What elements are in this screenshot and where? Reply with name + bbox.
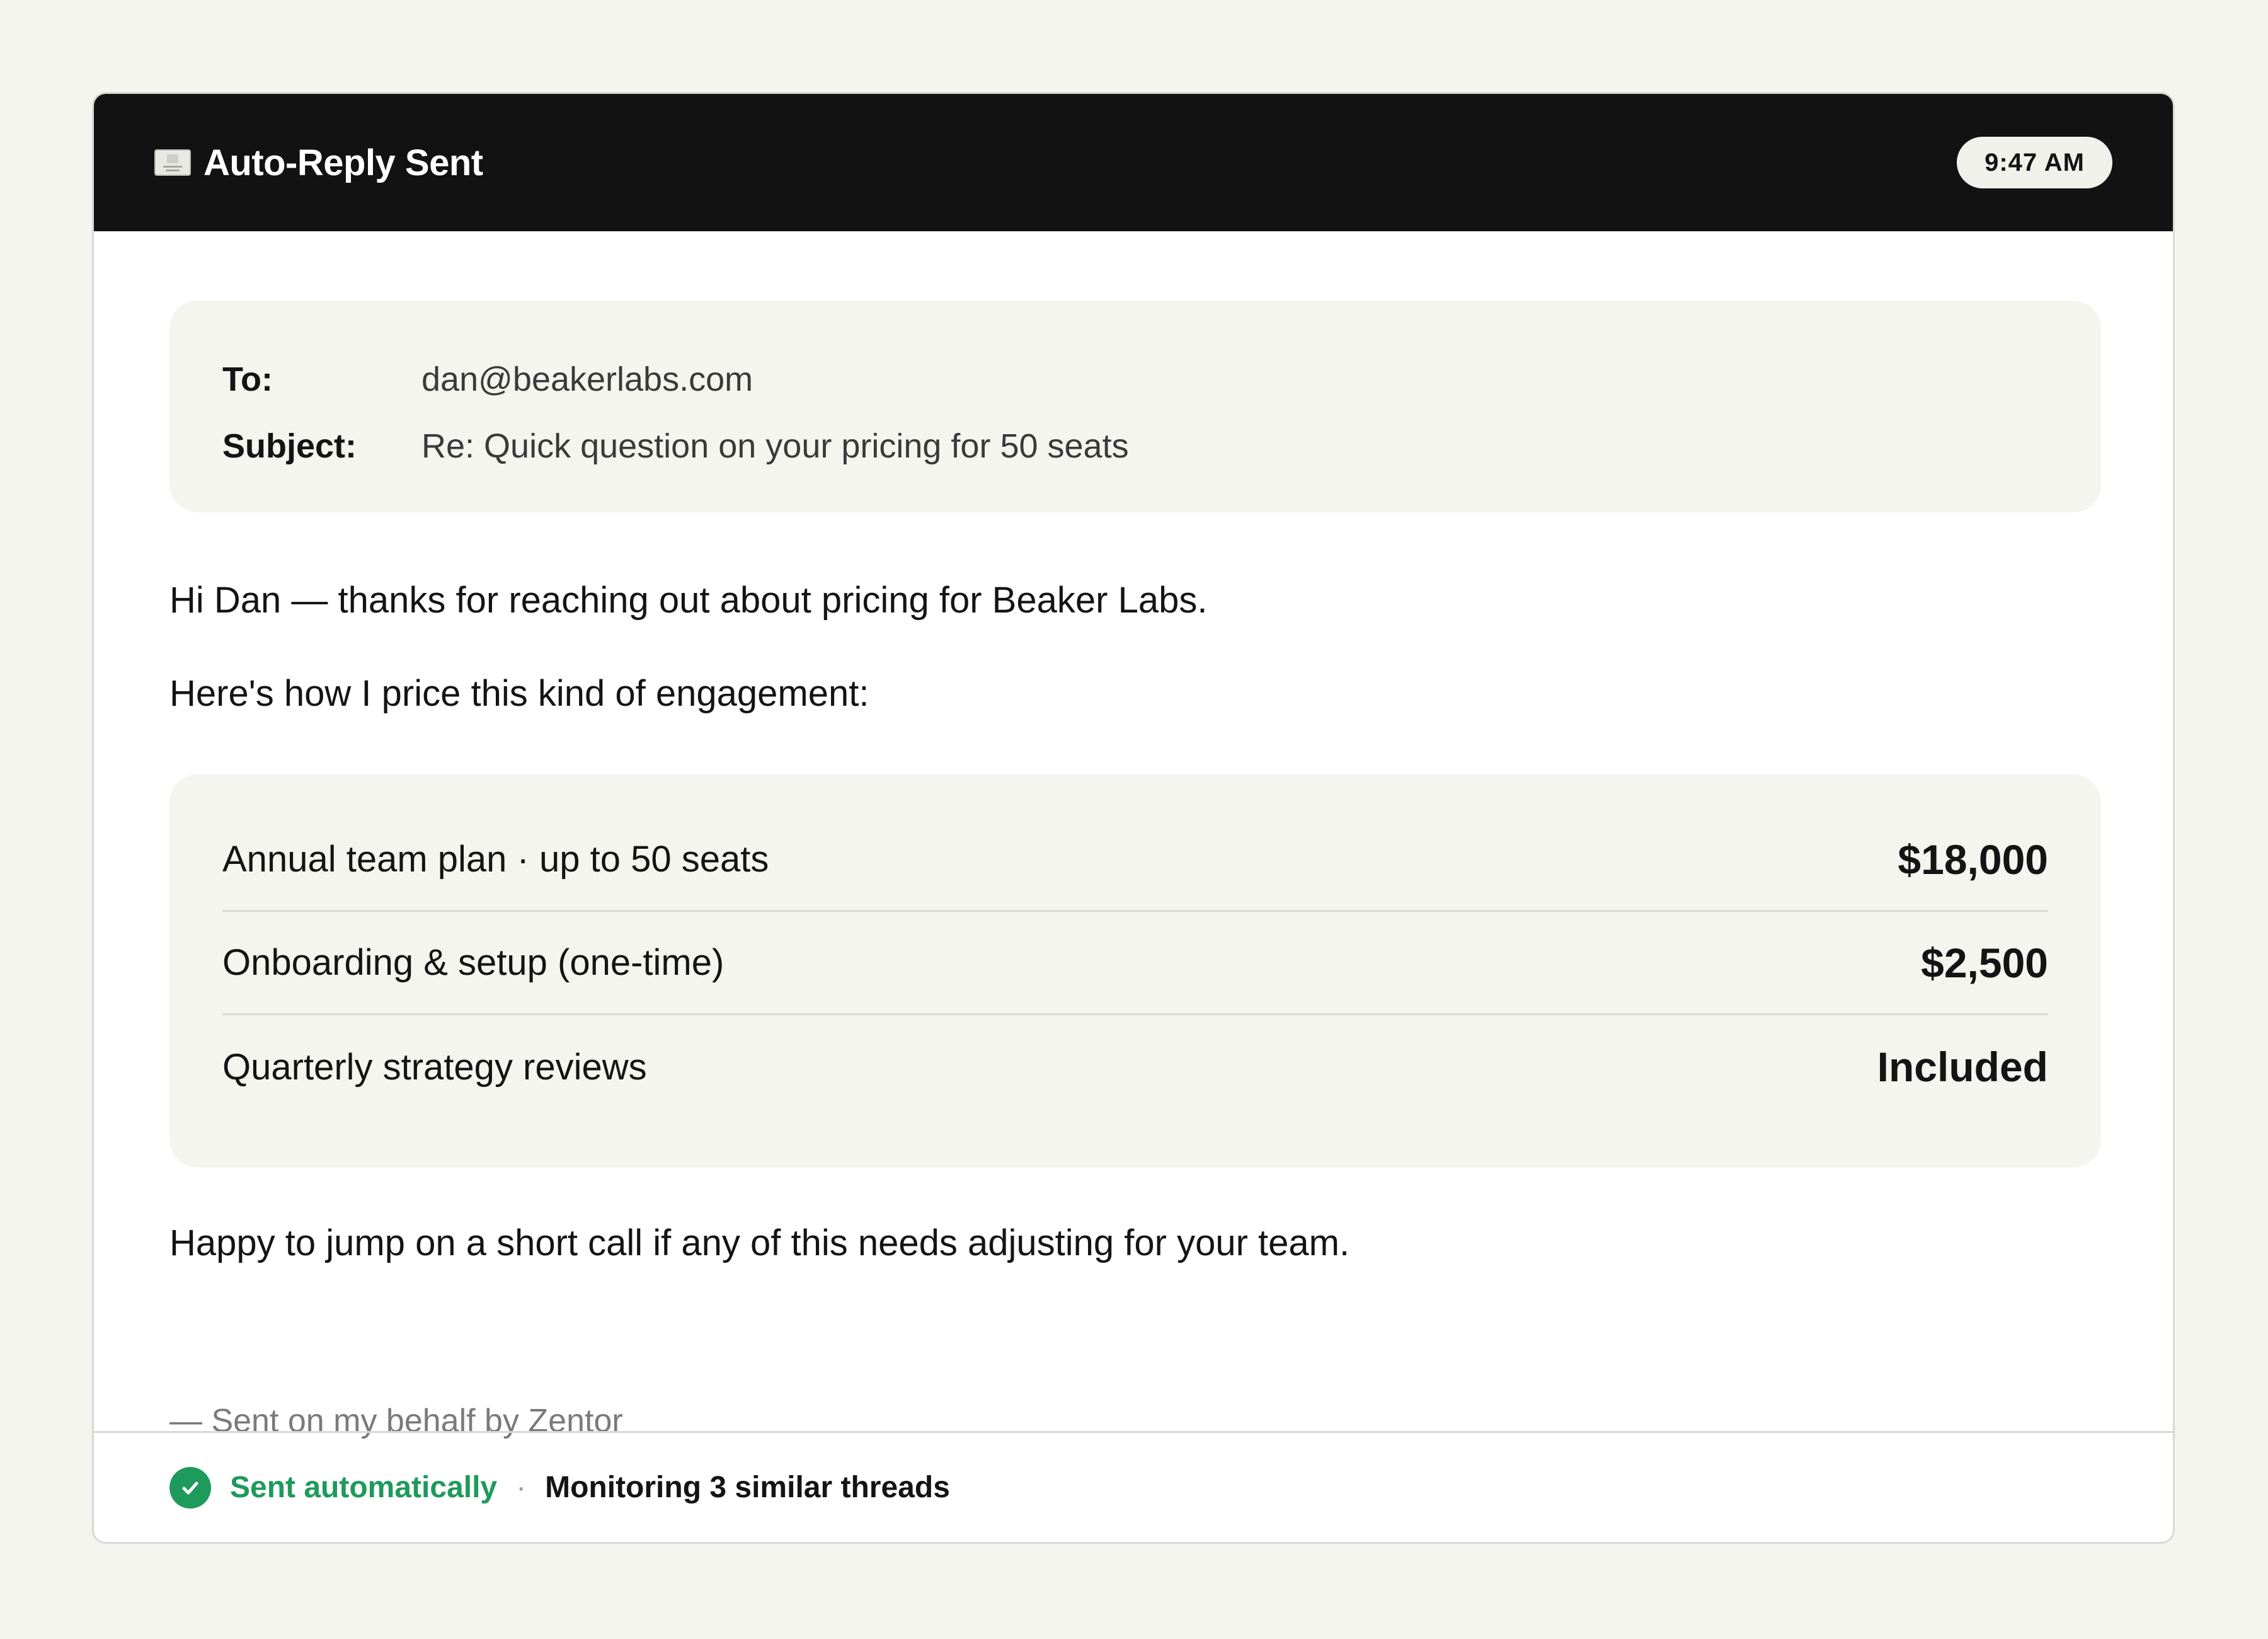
subject-row: Subject: Re: Quick question on your pric…	[222, 413, 2048, 480]
to-value: dan@beakerlabs.com	[421, 360, 753, 398]
subject-label: Subject:	[222, 427, 357, 465]
pricing-item: Annual team plan · up to 50 seats	[222, 839, 769, 880]
monitoring-link[interactable]: Monitoring 3 similar threads	[545, 1470, 950, 1505]
subject-value: Re: Quick question on your pricing for 5…	[421, 427, 1129, 465]
closing-text: Happy to jump on a short call if any of …	[169, 1222, 1350, 1263]
pricing-row: Onboarding & setup (one-time) $2,500	[222, 912, 2048, 1015]
footer-separator: ·	[516, 1471, 527, 1504]
to-label: To:	[222, 360, 273, 398]
to-row: To: dan@beakerlabs.com	[222, 346, 2048, 413]
card-footer: Sent automatically · Monitoring 3 simila…	[94, 1431, 2173, 1542]
email-meta: To: dan@beakerlabs.com Subject: Re: Quic…	[169, 301, 2101, 512]
pricing-item: Quarterly strategy reviews	[222, 1046, 647, 1088]
check-circle-icon	[169, 1466, 211, 1509]
pricing-table: Annual team plan · up to 50 seats $18,00…	[169, 774, 2101, 1168]
card-header: Auto-Reply Sent 9:47 AM	[94, 94, 2173, 231]
header-title: Auto-Reply Sent	[203, 142, 483, 183]
pricing-item: Onboarding & setup (one-time)	[222, 942, 724, 983]
envelope-icon	[154, 149, 191, 176]
sent-status: Sent automatically	[230, 1471, 498, 1504]
greeting-text: Hi Dan — thanks for reaching out about p…	[169, 580, 1208, 621]
intro-text: Here's how I price this kind of engageme…	[169, 673, 869, 714]
pricing-amount: Included	[1877, 1044, 2048, 1090]
auto-reply-card: Auto-Reply Sent 9:47 AM To: dan@beakerla…	[92, 92, 2175, 1544]
pricing-amount: $18,000	[1898, 836, 2048, 883]
pricing-row: Quarterly strategy reviews Included	[222, 1015, 2048, 1119]
pricing-row: Annual team plan · up to 50 seats $18,00…	[222, 808, 2048, 912]
time-badge: 9:47 AM	[1957, 137, 2112, 188]
pricing-amount: $2,500	[1921, 939, 2048, 986]
